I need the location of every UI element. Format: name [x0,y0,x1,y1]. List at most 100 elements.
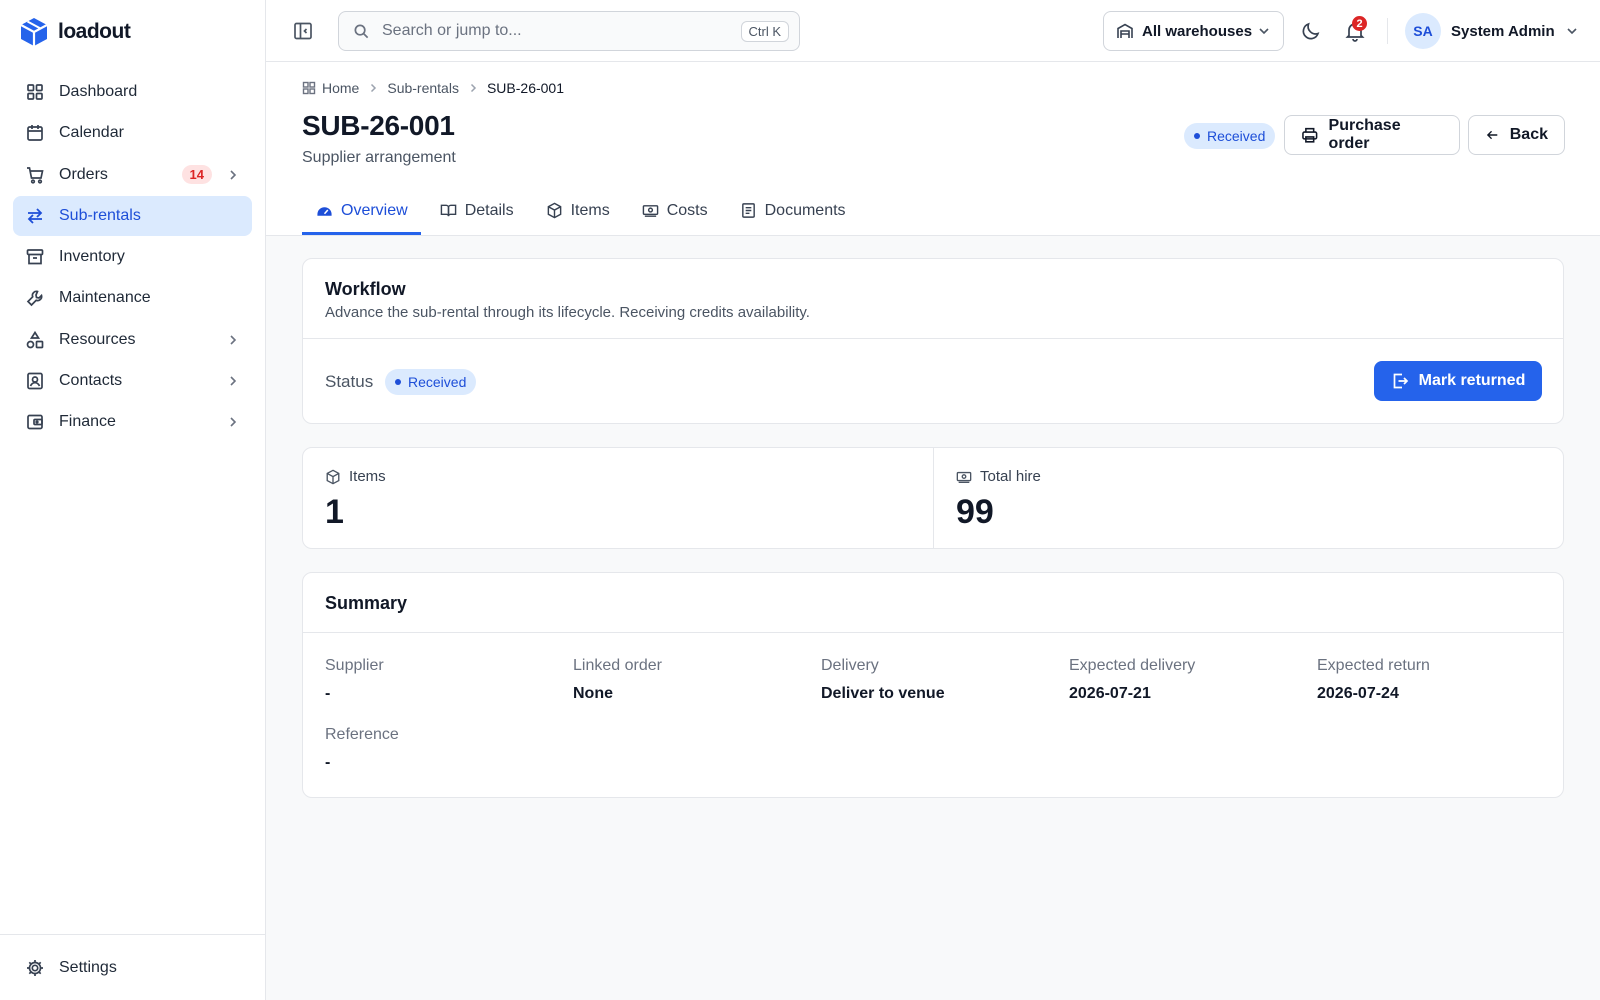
page-header: Home Sub-rentals SUB-26-001 SUB-26-001 S… [266,62,1600,236]
brand[interactable]: loadout [20,16,131,48]
grid-icon [27,84,43,100]
field-expected-delivery: Expected delivery 2026-07-21 [1069,657,1309,703]
chevron-right-icon [230,170,237,180]
calendar-icon [27,125,43,142]
shapes-icon [26,330,44,349]
status-dot [395,379,401,385]
status-badge-label: Received [408,374,467,390]
chevron-right-icon [230,417,237,427]
avatar: SA [1405,13,1441,49]
sidebar-item-sub-rentals[interactable]: Sub-rentals [13,195,252,236]
cash-icon [956,471,972,483]
field-value: Deliver to venue [821,685,945,702]
archive-icon [26,249,44,265]
stat-value: 99 [956,493,994,531]
back-button[interactable]: Back [1468,115,1565,155]
search-shortcut-hint: Ctrl K [740,20,789,42]
moon-icon[interactable] [1299,19,1323,43]
tab-label: Costs [666,201,708,219]
tab-details[interactable]: Details [427,189,527,235]
sidebar-item-dashboard[interactable]: Dashboard [13,72,252,112]
stat-label-text: Total hire [980,468,1041,485]
breadcrumb: Home Sub-rentals SUB-26-001 [302,80,564,96]
tab-items[interactable]: Items [533,189,623,235]
workflow-card: Workflow Advance the sub-rental through … [302,258,1564,424]
summary-card: Summary Supplier - Linked order None Del… [302,572,1564,798]
field-delivery: Delivery Deliver to venue [821,657,1061,703]
tab-documents[interactable]: Documents [727,189,859,235]
warehouse-select-value: All warehouses [1142,22,1253,40]
search-input[interactable] [382,22,741,40]
topbar-divider [1387,18,1388,44]
sidebar-toggle-icon[interactable] [292,20,314,42]
sidebar-item-calendar[interactable]: Calendar [13,113,252,153]
notification-count-badge: 2 [1352,16,1367,31]
search-icon [354,24,369,38]
chevron-down-icon [1259,28,1269,35]
sidebar-item-orders[interactable]: Orders 14 [13,155,252,195]
sidebar-item-label: Resources [59,330,136,348]
summary-title: Summary [325,593,408,613]
tab-costs[interactable]: Costs [629,189,721,235]
sidebar-item-settings[interactable]: Settings [13,948,252,988]
purchase-order-button[interactable]: Purchase order [1284,115,1460,155]
workflow-title: Workflow [325,279,406,299]
search-box[interactable]: Ctrl K [338,11,800,51]
sidebar-item-label: Sub-rentals [59,206,141,224]
mark-returned-button[interactable]: Mark returned [1374,361,1542,401]
sidebar: loadout Dashboard Calendar Orders 14 Sub… [0,0,266,1000]
tab-overview[interactable]: Overview [302,189,421,235]
contact-card-icon [27,372,43,390]
book-open-icon [440,204,456,217]
sidebar-item-finance[interactable]: Finance [13,402,252,442]
stat-value: 1 [325,493,344,531]
field-value: - [325,685,331,702]
field-label: Expected return [1317,657,1430,674]
sidebar-item-label: Finance [59,413,116,431]
stat-items: Items 1 [303,448,934,548]
tab-label: Items [570,201,610,219]
user-menu[interactable]: SA System Admin [1405,13,1579,49]
sidebar-footer: Settings [0,934,266,1000]
cash-icon [642,205,659,217]
breadcrumb-sub-rentals[interactable]: Sub-rentals [387,80,459,96]
field-label: Expected delivery [1069,657,1196,674]
stats-card: Items 1 Total hire 99 [302,447,1564,549]
sidebar-item-label: Calendar [59,124,124,142]
field-value: 2026-07-24 [1317,685,1399,702]
stat-total-hire: Total hire 99 [934,448,1563,548]
page-title: SUB-26-001 [302,110,455,141]
warehouse-select[interactable]: All warehouses [1103,11,1284,51]
sidebar-item-maintenance[interactable]: Maintenance [13,278,252,318]
divider [303,338,1563,339]
chevron-right-icon [230,335,237,345]
field-label: Linked order [573,657,662,674]
sidebar-item-resources[interactable]: Resources [13,320,252,360]
field-supplier: Supplier - [325,657,565,703]
field-label: Supplier [325,657,384,674]
sidebar-item-contacts[interactable]: Contacts [13,361,252,401]
box-icon [547,202,561,219]
wrench-icon [26,291,43,307]
chevron-right-icon [470,83,477,93]
tab-bar: Overview Details Items Costs Documents [302,189,865,235]
status-badge: Received [1184,123,1276,149]
grid-icon [302,81,316,95]
stat-label: Total hire [956,468,1041,485]
status-badge: Received [385,369,477,395]
gear-icon [27,960,43,976]
chevron-right-icon [371,83,377,93]
tab-label: Overview [341,201,408,219]
document-icon [741,203,755,218]
field-label: Delivery [821,657,879,674]
divider [303,632,1563,633]
sidebar-item-inventory[interactable]: Inventory [13,237,252,277]
warehouse-icon [1117,23,1133,38]
sidebar-item-label: Dashboard [59,83,138,100]
field-value: None [573,685,613,702]
user-name: System Admin [1451,22,1555,40]
breadcrumb-current: SUB-26-001 [486,80,564,96]
sidebar-item-label: Inventory [59,248,125,266]
breadcrumb-home[interactable]: Home [322,80,359,96]
workflow-description: Advance the sub-rental through its lifec… [325,304,810,321]
